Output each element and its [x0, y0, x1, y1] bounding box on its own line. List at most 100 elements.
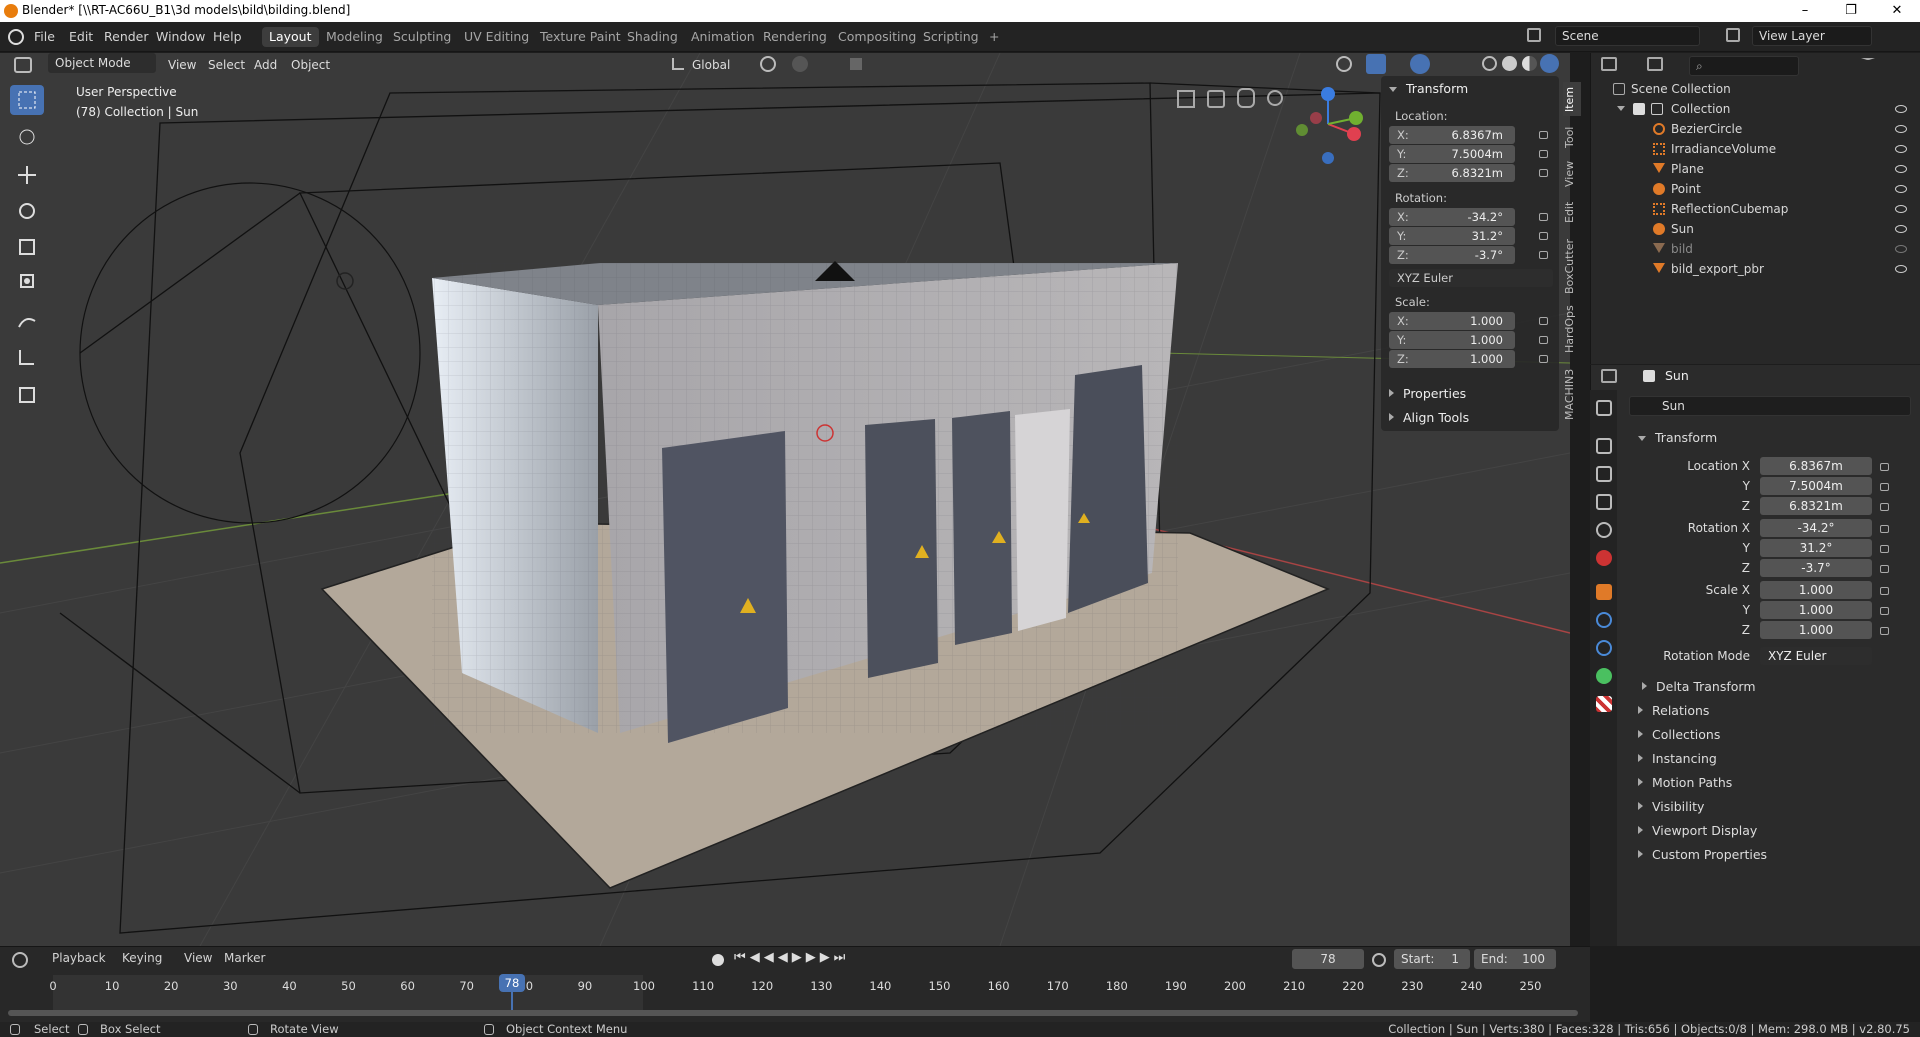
physics-tab-icon[interactable] [1596, 612, 1612, 628]
outliner-item[interactable]: bild_export_pbr [1591, 259, 1920, 279]
prop-instancing-section[interactable]: Instancing [1652, 751, 1717, 766]
menu-render[interactable]: Render [104, 29, 149, 44]
np-scale-z[interactable]: Z: 1.000 [1389, 350, 1515, 368]
tab-uv-editing[interactable]: UV Editing [457, 27, 536, 47]
viewport-menu-view[interactable]: View [168, 58, 196, 72]
outliner-item[interactable]: Point [1591, 179, 1920, 199]
prop-delta-transform[interactable]: Delta Transform [1656, 679, 1756, 694]
eye-icon[interactable] [1895, 145, 1907, 153]
minimize-icon[interactable]: – [1782, 0, 1828, 22]
material-shading-icon[interactable] [1522, 56, 1537, 71]
np-location-y[interactable]: Y: 7.5004m [1389, 145, 1515, 163]
datablock-name-field[interactable]: Sun [1629, 396, 1911, 416]
blender-menu-icon[interactable] [8, 29, 24, 45]
outliner-item[interactable]: bild [1591, 239, 1920, 259]
outliner-item[interactable]: ReflectionCubemap [1591, 199, 1920, 219]
timeline-menu-playback[interactable]: Playback [52, 951, 106, 965]
eye-icon[interactable] [1895, 125, 1907, 133]
lock-icon[interactable] [1880, 525, 1889, 533]
np-properties-section[interactable]: Properties [1403, 386, 1466, 401]
render-tab-icon[interactable] [1596, 438, 1612, 454]
viewport-menu-add[interactable]: Add [254, 58, 277, 72]
tab-animation[interactable]: Animation [684, 27, 762, 47]
lock-icon[interactable] [1539, 232, 1548, 240]
scene-tab-icon[interactable] [1596, 522, 1612, 538]
lock-icon[interactable] [1880, 587, 1889, 595]
np-transform-header[interactable]: Transform [1406, 81, 1468, 96]
viewport-menu-select[interactable]: Select [208, 58, 245, 72]
lock-icon[interactable] [1539, 355, 1548, 363]
expand-arrow-icon[interactable] [1617, 106, 1625, 111]
pivot-icon[interactable] [760, 56, 776, 72]
prop-rotation-mode-select[interactable]: XYZ Euler [1760, 647, 1872, 665]
prop-custom-properties-section[interactable]: Custom Properties [1652, 847, 1767, 862]
np-rotation-mode[interactable]: XYZ Euler [1389, 269, 1553, 287]
np-location-z[interactable]: Z: 6.8321m [1389, 164, 1515, 182]
lock-icon[interactable] [1539, 251, 1548, 259]
menu-edit[interactable]: Edit [69, 29, 93, 44]
tab-compositing[interactable]: Compositing [831, 27, 923, 47]
lock-icon[interactable] [1880, 463, 1889, 471]
np-rotation-x[interactable]: X: -34.2° [1389, 208, 1515, 226]
prop-scale-x[interactable]: 1.000 [1760, 581, 1872, 599]
add-cube-tool[interactable] [10, 380, 44, 410]
prop-transform-header[interactable]: Transform [1655, 430, 1717, 445]
mode-selector[interactable]: Object Mode [48, 53, 156, 73]
prop-location-z[interactable]: 6.8321m [1760, 497, 1872, 515]
solid-shading-icon[interactable] [1502, 56, 1517, 71]
timeline-menu-keying[interactable]: Keying [122, 951, 162, 965]
outliner-search-input[interactable]: ⌕ [1689, 56, 1799, 76]
prop-location-x[interactable]: 6.8367m [1760, 457, 1872, 475]
prop-viewport-display-section[interactable]: Viewport Display [1652, 823, 1757, 838]
eye-icon[interactable] [1895, 225, 1907, 233]
select-box-tool[interactable] [10, 85, 44, 115]
view-layer-selector[interactable]: View Layer [1752, 26, 1872, 46]
annotate-tool[interactable] [10, 306, 44, 336]
start-frame-field[interactable]: Start: 1 [1394, 949, 1470, 969]
filter-icon[interactable] [1861, 58, 1875, 70]
timeline-menu-marker[interactable]: Marker [224, 951, 265, 965]
pan-hand-icon[interactable] [1237, 88, 1255, 108]
tab-edit[interactable]: Edit [1563, 198, 1581, 226]
timeline-scrollbar[interactable] [8, 1010, 1578, 1016]
tab-rendering[interactable]: Rendering [756, 27, 834, 47]
tab-shading[interactable]: Shading [620, 27, 685, 47]
tab-texture-paint[interactable]: Texture Paint [533, 27, 628, 47]
orientation-selector[interactable]: Global [692, 58, 730, 72]
outliner-item[interactable]: IrradianceVolume [1591, 139, 1920, 159]
outliner-collection[interactable]: Collection [1591, 99, 1920, 119]
tab-view[interactable]: View [1563, 158, 1581, 190]
end-frame-field[interactable]: End: 100 [1474, 949, 1556, 969]
tab-machin3[interactable]: MACHIN3 [1563, 364, 1581, 424]
menu-help[interactable]: Help [213, 29, 242, 44]
tab-boxcutter[interactable]: BoxCutter [1563, 236, 1581, 296]
prop-rotation-x[interactable]: -34.2° [1760, 519, 1872, 537]
viewport-menu-object[interactable]: Object [291, 58, 330, 72]
eye-icon[interactable] [1895, 165, 1907, 173]
record-icon[interactable] [712, 954, 724, 966]
navigation-gizmo[interactable] [1288, 82, 1370, 168]
overlay-toggle-icon[interactable] [1410, 54, 1430, 74]
tab-layout[interactable]: Layout [262, 27, 319, 47]
clock-icon[interactable] [1372, 953, 1386, 967]
display-mode-icon[interactable] [1647, 57, 1663, 71]
3d-viewport[interactable] [0, 53, 1570, 946]
world-tab-icon[interactable] [1596, 550, 1612, 566]
lock-icon[interactable] [1880, 607, 1889, 615]
tool-tab-icon[interactable] [1596, 400, 1612, 416]
eye-hidden-icon[interactable] [1895, 245, 1907, 253]
add-workspace-button[interactable]: + [982, 27, 1006, 47]
tab-scripting[interactable]: Scripting [916, 27, 986, 47]
output-tab-icon[interactable] [1596, 466, 1612, 482]
prop-rotation-y[interactable]: 31.2° [1760, 539, 1872, 557]
camera-view-icon[interactable] [1207, 90, 1225, 108]
lock-icon[interactable] [1880, 545, 1889, 553]
prop-relations-section[interactable]: Relations [1652, 703, 1709, 718]
tab-sculpting[interactable]: Sculpting [386, 27, 458, 47]
cursor-tool[interactable] [10, 122, 44, 152]
visibility-icon[interactable] [1336, 56, 1352, 72]
lock-icon[interactable] [1539, 336, 1548, 344]
grid-view-icon[interactable] [1177, 90, 1195, 108]
lock-icon[interactable] [1539, 213, 1548, 221]
prop-rotation-z[interactable]: -3.7° [1760, 559, 1872, 577]
